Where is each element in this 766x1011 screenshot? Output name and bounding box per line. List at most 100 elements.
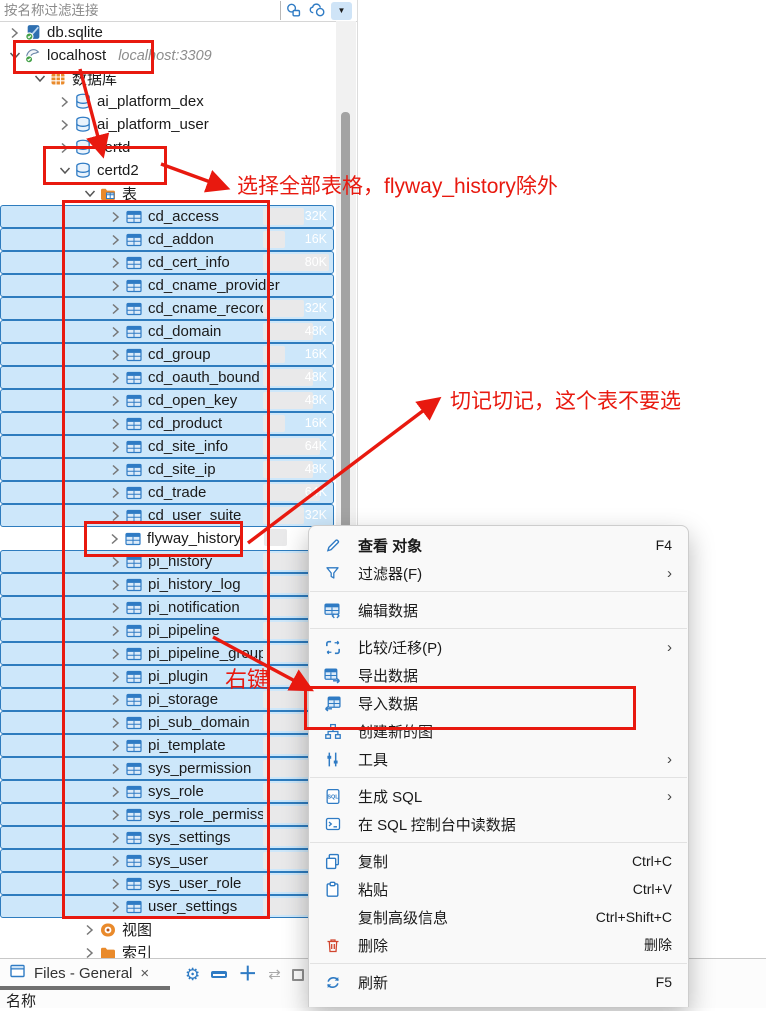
- tree-row-table-cd-cname-provider[interactable]: cd_cname_provider: [0, 274, 334, 297]
- connections-filter-icon[interactable]: [281, 1, 305, 20]
- chevron-right-icon[interactable]: [107, 878, 124, 890]
- tree-row-table-pi-plugin[interactable]: pi_plugin: [0, 665, 334, 688]
- close-icon[interactable]: ×: [140, 965, 149, 982]
- chevron-right-icon[interactable]: [107, 556, 124, 568]
- menu-item-import-data[interactable]: 导入数据: [309, 689, 688, 717]
- sync-icon[interactable]: ⇄: [268, 967, 281, 982]
- chevron-right-icon[interactable]: [107, 832, 124, 844]
- chevron-right-icon[interactable]: [107, 740, 124, 752]
- tree-row-table-cd-access[interactable]: cd_access32K: [0, 205, 334, 228]
- menu-item-delete[interactable]: 删除删除: [309, 931, 688, 959]
- chevron-right-icon[interactable]: [107, 763, 124, 775]
- menu-item-edit-data[interactable]: 编辑数据: [309, 596, 688, 624]
- tree-row-table-sys-role-permission[interactable]: sys_role_permission: [0, 803, 334, 826]
- menu-item-filter[interactable]: 过滤器(F)›: [309, 559, 688, 587]
- tree-row-table-pi-storage[interactable]: pi_storage: [0, 688, 334, 711]
- tree-row-table-cd-domain[interactable]: cd_domain48K: [0, 320, 334, 343]
- tree-row-table-cd-oauth-bound[interactable]: cd_oauth_bound48K: [0, 366, 334, 389]
- chevron-right-icon[interactable]: [107, 625, 124, 637]
- menu-item-paste[interactable]: 粘贴Ctrl+V: [309, 875, 688, 903]
- chevron-right-icon[interactable]: [107, 303, 124, 315]
- chevron-down-icon[interactable]: [6, 51, 23, 60]
- tree-row-localhost-connection[interactable]: localhostlocalhost:3309: [0, 44, 334, 67]
- tree-row-table-sys-settings[interactable]: sys_settings: [0, 826, 334, 849]
- tree-row-table-cd-site-info[interactable]: cd_site_info64K: [0, 435, 334, 458]
- tree-row-db-ai-platform-user[interactable]: ai_platform_user: [0, 113, 334, 136]
- tree-row-table-pi-history-log[interactable]: pi_history_log: [0, 573, 334, 596]
- menu-item-read-data-in-sql-console[interactable]: 在 SQL 控制台中读数据: [309, 810, 688, 838]
- tree-row-table-cd-site-ip[interactable]: cd_site_ip48K: [0, 458, 334, 481]
- tree-row-views-folder[interactable]: 视图: [0, 918, 334, 941]
- tree-row-table-cd-trade[interactable]: cd_trade64K: [0, 481, 334, 504]
- chevron-right-icon[interactable]: [107, 418, 124, 430]
- chevron-down-icon[interactable]: [56, 166, 73, 175]
- tree-row-tables-folder[interactable]: 表: [0, 182, 334, 205]
- tree-row-table-pi-pipeline[interactable]: pi_pipeline: [0, 619, 334, 642]
- tree-row-databases-folder[interactable]: 数据库: [0, 67, 334, 90]
- chevron-right-icon[interactable]: [107, 257, 124, 269]
- chevron-right-icon[interactable]: [107, 441, 124, 453]
- chevron-down-icon[interactable]: [81, 189, 98, 198]
- chevron-right-icon[interactable]: [107, 395, 124, 407]
- chevron-right-icon[interactable]: [107, 671, 124, 683]
- chevron-right-icon[interactable]: [107, 809, 124, 821]
- chevron-right-icon[interactable]: [107, 901, 124, 913]
- expand-all-icon[interactable]: ＋: [238, 965, 257, 984]
- tree-row-table-pi-notification[interactable]: pi_notification: [0, 596, 334, 619]
- menu-item-tools[interactable]: 工具›: [309, 745, 688, 773]
- chevron-right-icon[interactable]: [107, 487, 124, 499]
- tree-row-table-cd-product[interactable]: cd_product16K: [0, 412, 334, 435]
- filter-connections-input[interactable]: [0, 1, 281, 20]
- chevron-right-icon[interactable]: [56, 96, 73, 108]
- chevron-right-icon[interactable]: [81, 924, 98, 936]
- tree-row-db-certd2[interactable]: certd2: [0, 159, 334, 182]
- filter-dropdown-button[interactable]: ▼: [331, 2, 352, 20]
- tree-row-table-sys-user-role[interactable]: sys_user_role: [0, 872, 334, 895]
- chevron-right-icon[interactable]: [106, 533, 123, 545]
- menu-item-copy[interactable]: 复制Ctrl+C: [309, 847, 688, 875]
- tree-row-table-cd-user-suite[interactable]: cd_user_suite32K: [0, 504, 334, 527]
- tree-row-table-flyway-history[interactable]: flyway_history: [0, 527, 334, 550]
- tree-row-db-sqlite[interactable]: db.sqlite: [0, 21, 334, 44]
- chevron-right-icon[interactable]: [107, 786, 124, 798]
- tree-row-table-pi-history[interactable]: pi_history: [0, 550, 334, 573]
- tree-row-table-cd-cert-info[interactable]: cd_cert_info80K: [0, 251, 334, 274]
- tree-row-table-cd-cname-record[interactable]: cd_cname_record32K: [0, 297, 334, 320]
- tree-row-table-sys-permission[interactable]: sys_permission: [0, 757, 334, 780]
- tree-row-table-cd-open-key[interactable]: cd_open_key48K: [0, 389, 334, 412]
- menu-item-copy-advanced-info[interactable]: 复制高级信息Ctrl+Shift+C: [309, 903, 688, 931]
- chevron-right-icon[interactable]: [107, 211, 124, 223]
- chevron-right-icon[interactable]: [107, 510, 124, 522]
- tab-files-general[interactable]: Files - General ×: [0, 959, 159, 988]
- chevron-down-icon[interactable]: [31, 74, 48, 83]
- chevron-right-icon[interactable]: [107, 234, 124, 246]
- tree-row-table-sys-role[interactable]: sys_role: [0, 780, 334, 803]
- menu-item-refresh[interactable]: 刷新F5: [309, 968, 688, 996]
- chevron-right-icon[interactable]: [107, 694, 124, 706]
- chevron-right-icon[interactable]: [56, 119, 73, 131]
- tree-row-table-sys-user[interactable]: sys_user: [0, 849, 334, 872]
- tree-row-table-cd-addon[interactable]: cd_addon16K: [0, 228, 334, 251]
- tree-row-table-pi-sub-domain[interactable]: pi_sub_domain: [0, 711, 334, 734]
- collapse-all-icon[interactable]: [211, 971, 227, 978]
- gear-icon[interactable]: ⚙: [185, 966, 200, 983]
- menu-item-generate-sql[interactable]: SQL生成 SQL›: [309, 782, 688, 810]
- chevron-right-icon[interactable]: [107, 717, 124, 729]
- chevron-right-icon[interactable]: [81, 947, 98, 959]
- tree-row-db-ai-platform-dex[interactable]: ai_platform_dex: [0, 90, 334, 113]
- chevron-right-icon[interactable]: [107, 464, 124, 476]
- chevron-right-icon[interactable]: [107, 349, 124, 361]
- menu-item-compare-migrate[interactable]: 比较/迁移(P)›: [309, 633, 688, 661]
- overflow-icon[interactable]: [292, 969, 304, 981]
- tree-row-table-pi-pipeline-group[interactable]: pi_pipeline_group: [0, 642, 334, 665]
- tree-row-db-certd[interactable]: certd: [0, 136, 334, 159]
- menu-item-view-object[interactable]: 查看 对象F4: [309, 531, 688, 559]
- chevron-right-icon[interactable]: [107, 579, 124, 591]
- chevron-right-icon[interactable]: [107, 602, 124, 614]
- chevron-right-icon[interactable]: [107, 326, 124, 338]
- tree-row-table-user-settings[interactable]: user_settings: [0, 895, 334, 918]
- chevron-right-icon[interactable]: [107, 372, 124, 384]
- chevron-right-icon[interactable]: [6, 27, 23, 39]
- chevron-right-icon[interactable]: [107, 855, 124, 867]
- menu-item-export-data[interactable]: 导出数据: [309, 661, 688, 689]
